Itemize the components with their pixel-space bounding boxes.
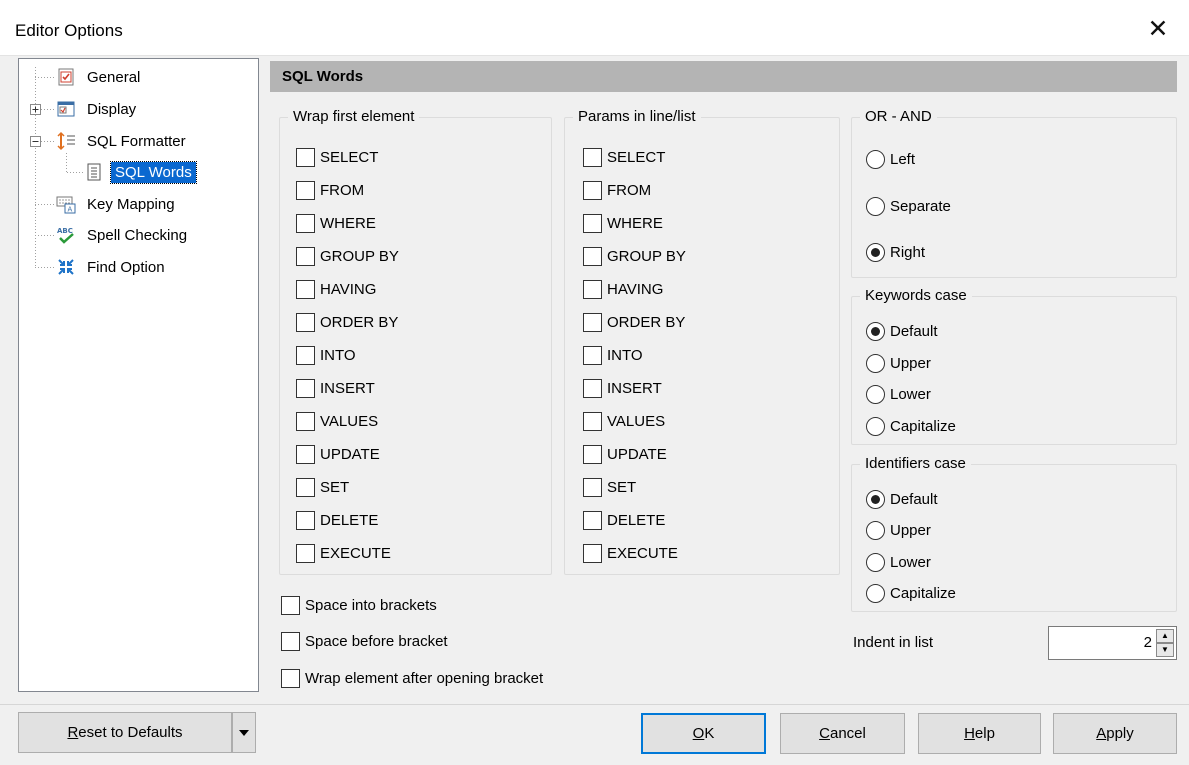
- indent-value[interactable]: 2: [1144, 634, 1152, 651]
- wrap-into-checkbox[interactable]: INTO: [296, 344, 356, 366]
- tree-item-label: Key Mapping: [87, 195, 175, 213]
- params-insert-checkbox[interactable]: INSERT: [583, 377, 662, 399]
- or-and-left-radio[interactable]: Left: [866, 148, 915, 170]
- keywords-lower-radio[interactable]: Lower: [866, 383, 931, 405]
- indent-spinner[interactable]: 2 ▲ ▼: [1048, 626, 1177, 660]
- sql-formatter-icon: [55, 130, 77, 152]
- tree-item-label: SQL Words: [110, 160, 197, 184]
- wrap-after-bracket-checkbox[interactable]: Wrap element after opening bracket: [281, 667, 543, 689]
- expand-icon: [30, 104, 41, 115]
- spell-checking-icon: ABC: [55, 224, 77, 246]
- identifiers-capitalize-radio[interactable]: Capitalize: [866, 582, 956, 604]
- space-before-bracket-checkbox[interactable]: Space before bracket: [281, 630, 448, 652]
- group-title: OR - AND: [860, 108, 937, 126]
- or-and-right-radio[interactable]: Right: [866, 241, 925, 263]
- params-group-by-checkbox[interactable]: GROUP BY: [583, 245, 686, 267]
- params-execute-checkbox[interactable]: EXECUTE: [583, 542, 678, 564]
- display-icon: [55, 98, 77, 120]
- close-icon[interactable]: ✕: [1139, 14, 1177, 44]
- options-tree[interactable]: General Display SQL Formatter SQL Words …: [18, 58, 259, 692]
- wrap-from-checkbox[interactable]: FROM: [296, 179, 364, 201]
- help-button[interactable]: Help: [918, 713, 1041, 754]
- params-from-checkbox[interactable]: FROM: [583, 179, 651, 201]
- tree-item-label: SQL Formatter: [87, 132, 186, 150]
- or-and-group: OR - AND Left Separate Right: [851, 108, 1177, 278]
- space-into-brackets-checkbox[interactable]: Space into brackets: [281, 594, 437, 616]
- tree-item-label: Find Option: [87, 258, 165, 276]
- identifiers-lower-radio[interactable]: Lower: [866, 551, 931, 573]
- tree-item-label: Display: [87, 100, 137, 118]
- tree-item-key-mapping[interactable]: A Key Mapping: [55, 193, 179, 215]
- params-into-checkbox[interactable]: INTO: [583, 344, 643, 366]
- ok-button[interactable]: OK: [641, 713, 766, 754]
- title-bar: Editor Options ✕: [0, 0, 1189, 56]
- wrap-select-checkbox[interactable]: SELECT: [296, 146, 378, 168]
- sql-words-icon: [83, 161, 105, 183]
- wrap-update-checkbox[interactable]: UPDATE: [296, 443, 380, 465]
- params-where-checkbox[interactable]: WHERE: [583, 212, 663, 234]
- group-title: Params in line/list: [573, 108, 701, 126]
- wrap-delete-checkbox[interactable]: DELETE: [296, 509, 378, 531]
- params-update-checkbox[interactable]: UPDATE: [583, 443, 667, 465]
- tree-item-label: Spell Checking: [87, 226, 188, 244]
- wrap-group-by-checkbox[interactable]: GROUP BY: [296, 245, 399, 267]
- params-values-checkbox[interactable]: VALUES: [583, 410, 665, 432]
- params-delete-checkbox[interactable]: DELETE: [583, 509, 665, 531]
- group-title: Keywords case: [860, 287, 972, 305]
- footer-separator: [0, 704, 1189, 705]
- reset-dropdown-button[interactable]: [232, 712, 256, 753]
- chevron-down-icon: [239, 729, 249, 736]
- spin-down-icon[interactable]: ▼: [1156, 643, 1174, 657]
- params-having-checkbox[interactable]: HAVING: [583, 278, 663, 300]
- wrap-insert-checkbox[interactable]: INSERT: [296, 377, 375, 399]
- cancel-button[interactable]: Cancel: [780, 713, 905, 754]
- svg-text:ABC: ABC: [57, 227, 73, 235]
- identifiers-default-radio[interactable]: Default: [866, 488, 938, 510]
- identifiers-case-group: Identifiers case Default Upper Lower Cap…: [851, 455, 1177, 612]
- params-in-line-list-group: Params in line/list SELECT FROM WHERE GR…: [564, 108, 840, 575]
- section-header: SQL Words: [270, 61, 1177, 92]
- section-title: SQL Words: [282, 68, 364, 85]
- window-title: Editor Options: [15, 21, 123, 40]
- or-and-separate-radio[interactable]: Separate: [866, 195, 951, 217]
- group-title: Identifiers case: [860, 455, 971, 473]
- collapse-icon: [30, 136, 41, 147]
- find-option-icon: [55, 256, 77, 278]
- wrap-first-element-group: Wrap first element SELECT FROM WHERE GRO…: [279, 108, 552, 575]
- wrap-order-by-checkbox[interactable]: ORDER BY: [296, 311, 398, 333]
- wrap-set-checkbox[interactable]: SET: [296, 476, 349, 498]
- keywords-case-group: Keywords case Default Upper Lower Capita…: [851, 287, 1177, 445]
- wrap-values-checkbox[interactable]: VALUES: [296, 410, 378, 432]
- tree-item-spell-checking[interactable]: ABC Spell Checking: [55, 224, 191, 246]
- params-order-by-checkbox[interactable]: ORDER BY: [583, 311, 685, 333]
- indent-label: Indent in list: [853, 634, 934, 651]
- tree-item-find-option[interactable]: Find Option: [55, 256, 169, 278]
- spin-up-icon[interactable]: ▲: [1156, 629, 1174, 643]
- wrap-where-checkbox[interactable]: WHERE: [296, 212, 376, 234]
- identifiers-upper-radio[interactable]: Upper: [866, 519, 931, 541]
- tree-item-general[interactable]: General: [55, 66, 144, 88]
- reset-to-defaults-button[interactable]: Reset to Defaults: [18, 712, 232, 753]
- wrap-execute-checkbox[interactable]: EXECUTE: [296, 542, 391, 564]
- params-select-checkbox[interactable]: SELECT: [583, 146, 665, 168]
- svg-text:A: A: [68, 206, 73, 214]
- keywords-capitalize-radio[interactable]: Capitalize: [866, 415, 956, 437]
- keywords-upper-radio[interactable]: Upper: [866, 352, 931, 374]
- general-icon: [55, 66, 77, 88]
- wrap-having-checkbox[interactable]: HAVING: [296, 278, 376, 300]
- tree-item-sql-words[interactable]: SQL Words: [83, 160, 197, 184]
- tree-item-sql-formatter[interactable]: SQL Formatter: [55, 130, 190, 152]
- keywords-default-radio[interactable]: Default: [866, 320, 938, 342]
- tree-item-display[interactable]: Display: [55, 98, 140, 120]
- tree-item-label: General: [87, 68, 141, 86]
- key-mapping-icon: A: [55, 193, 77, 215]
- group-title: Wrap first element: [288, 108, 420, 126]
- apply-button[interactable]: Apply: [1053, 713, 1177, 754]
- params-set-checkbox[interactable]: SET: [583, 476, 636, 498]
